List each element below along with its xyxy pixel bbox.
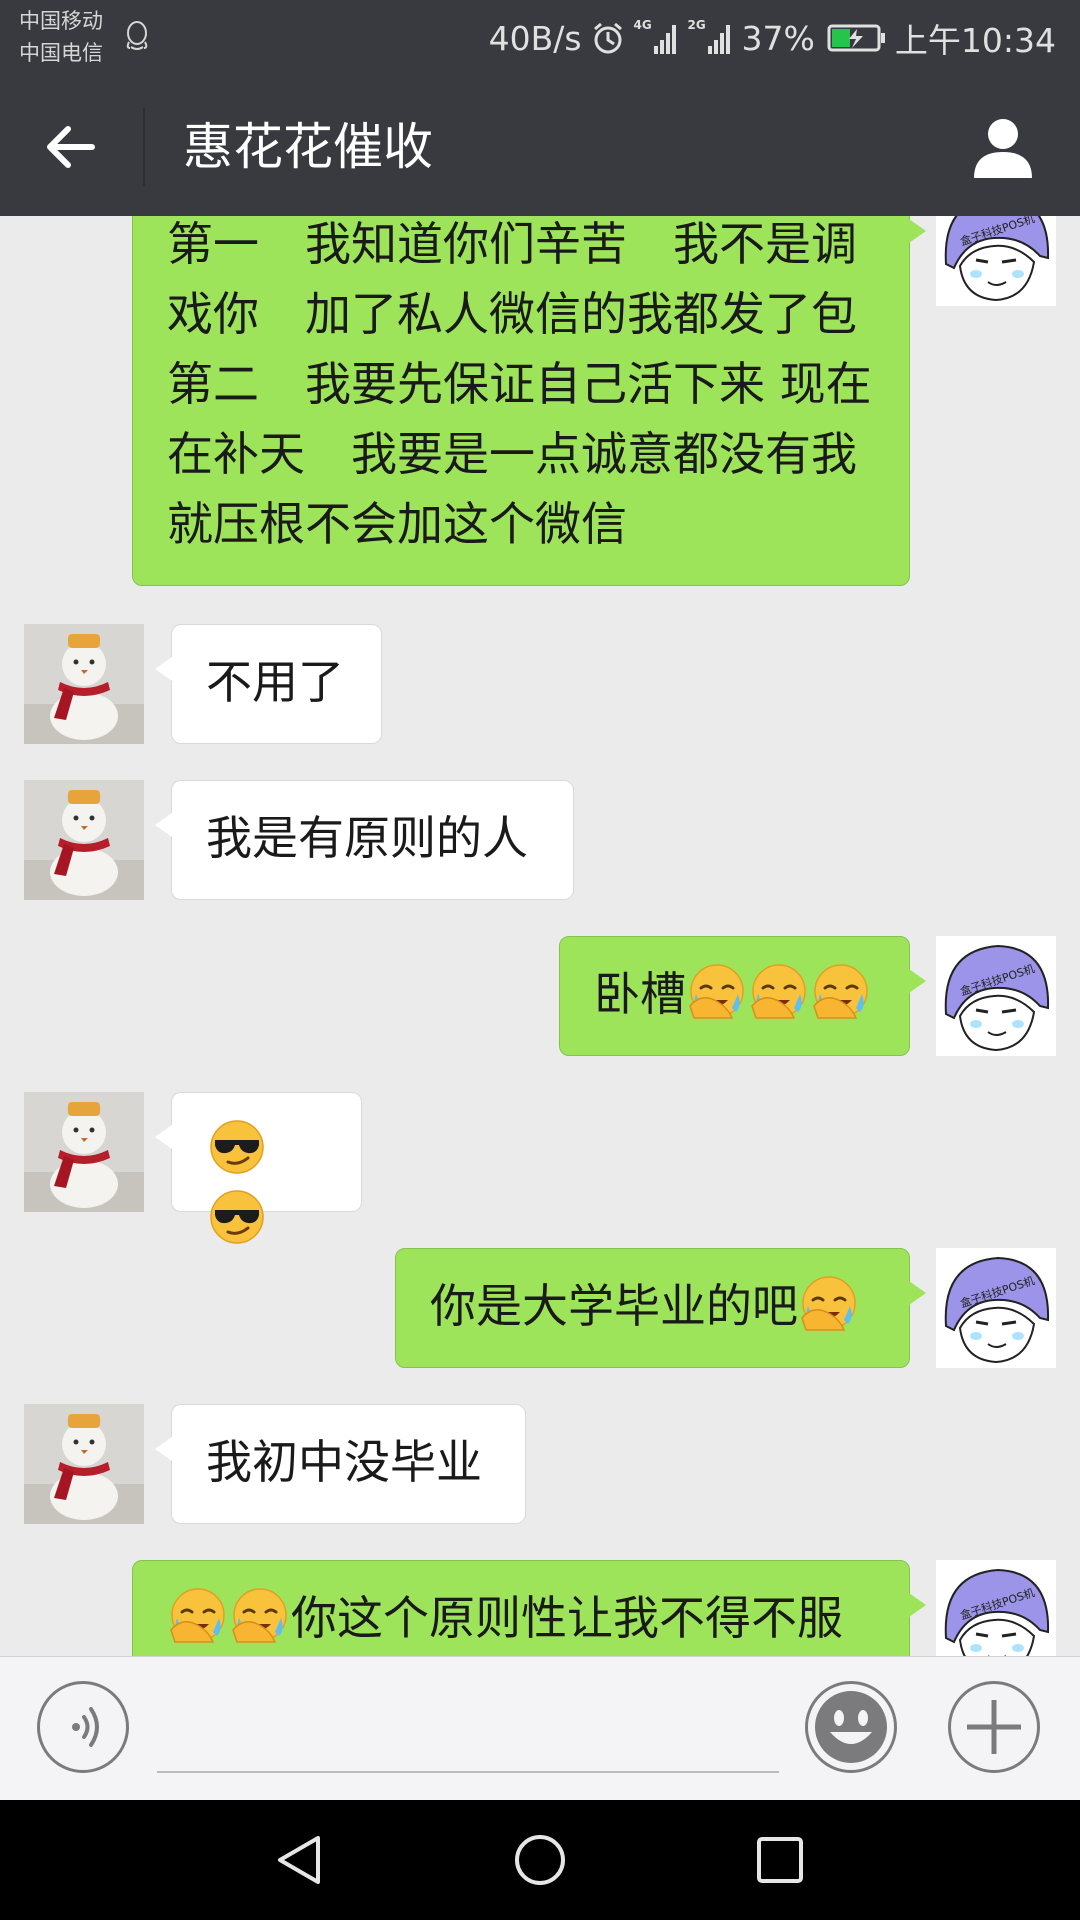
facepalm-emoji [231,1586,289,1644]
emoji-button[interactable] [805,1681,897,1773]
back-triangle-icon[interactable] [270,1830,330,1890]
facepalm-emoji [750,962,808,1020]
carrier-1: 中国移动 [19,9,103,33]
message-bubble[interactable]: 卧槽 [559,936,926,1056]
signal-2-tag: 2G [687,18,706,32]
message-input[interactable] [157,1713,779,1773]
voice-icon [72,1707,99,1747]
net-speed: 40B/s [488,18,582,58]
snowman-avatar[interactable] [24,624,144,744]
plus-icon [967,1700,1021,1754]
message-bubble[interactable]: 我是有原则的人 [155,780,574,900]
system-nav-bar [0,1800,1080,1920]
message-text: 你是大学毕业的吧 [430,1279,798,1333]
message-text: 你这个原则性让我不得不服 [291,1591,843,1645]
message-text: 第一 我知道你们辛苦 我不是调戏你 加了私人微信的我都发了包第二 我要先保证自己… [167,217,872,551]
message-bubble[interactable]: 你是大学毕业的吧 [395,1248,926,1368]
home-circle-icon[interactable] [510,1830,570,1890]
chat-header: 惠花花催收 [0,78,1080,216]
carrier-2: 中国电信 [19,41,103,65]
message-text: 卧槽 [594,967,686,1021]
message-text: 我初中没毕业 [206,1435,482,1489]
message-bubble[interactable]: 你这个原则性让我不得不服 [132,1560,926,1656]
header-divider [143,108,145,186]
helmet-cartoon-avatar[interactable]: 盒子科技POS机 [936,1248,1056,1368]
battery-charging-icon [827,24,885,52]
signal-1-tag: 4G [633,18,652,32]
helmet-cartoon-avatar[interactable]: 盒子科技POS机 [936,1560,1056,1656]
snowman-avatar[interactable] [24,780,144,900]
cool-sunglasses-emoji [208,1118,266,1176]
person-icon[interactable] [968,112,1038,182]
clock: 上午10:34 [894,21,1056,60]
message-bubble[interactable] [155,1092,362,1244]
message-list[interactable]: 盒子科技POS机 第一 我知道你们辛苦 我不是调戏你 加了私人微信的我都发了包第… [0,216,1080,1656]
chat-title: 惠花花催收 [183,118,433,176]
qq-icon [126,21,148,50]
facepalm-emoji [800,1274,858,1332]
arrow-left-icon[interactable] [40,116,102,178]
input-bar [0,1656,1080,1800]
recents-square-icon[interactable] [750,1830,810,1890]
battery-percent: 37% [741,18,815,58]
message-bubble[interactable]: 第一 我知道你们辛苦 我不是调戏你 加了私人微信的我都发了包第二 我要先保证自己… [132,216,926,586]
message-text: 我是有原则的人 [206,811,528,865]
signal-icon: 2G [688,18,734,58]
voice-button[interactable] [37,1681,129,1773]
status-bar: 中国移动 中国电信 40B/s 4G 2G 37% 上午10:34 [0,0,1080,78]
facepalm-emoji [812,962,870,1020]
signal-icon: 4G [634,18,680,58]
snowman-avatar[interactable] [24,1404,144,1524]
facepalm-emoji [169,1586,227,1644]
emoji-icon [815,1691,887,1763]
message-text: 不用了 [206,655,344,709]
facepalm-emoji [688,962,746,1020]
message-bubble[interactable]: 不用了 [155,624,382,744]
snowman-avatar[interactable] [24,1092,144,1212]
message-bubble[interactable]: 我初中没毕业 [155,1404,526,1524]
more-button[interactable] [948,1681,1040,1773]
cool-sunglasses-emoji [208,1188,266,1246]
helmet-cartoon-avatar[interactable]: 盒子科技POS机 [936,216,1056,306]
alarm-icon [593,22,622,54]
helmet-cartoon-avatar[interactable]: 盒子科技POS机 [936,936,1056,1056]
